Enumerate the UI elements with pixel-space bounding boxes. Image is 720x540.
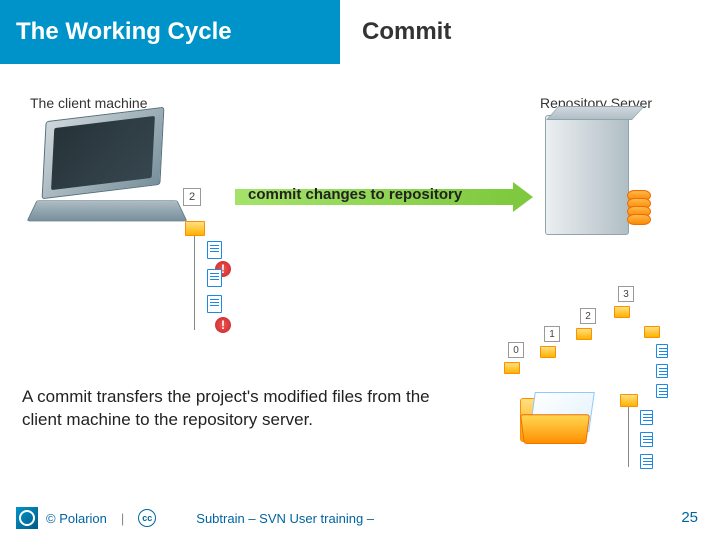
server-file-tree [620,394,638,407]
rev-badge: 0 [508,342,524,358]
open-folder-icon [520,392,594,444]
cc-icon: cc [138,509,156,527]
footer: © Polarion | cc Subtrain – SVN User trai… [0,496,720,540]
server-icon [545,115,645,255]
arrow-label: commit changes to repository [248,186,462,203]
rev-badge: 1 [544,326,560,342]
client-label: The client machine [30,95,148,111]
slide-header: The Working Cycle Commit [0,0,720,64]
title-left: The Working Cycle [0,0,340,64]
polarion-logo [16,507,38,529]
client-revision-badge: 2 [183,188,201,206]
laptop-icon [18,112,198,232]
caption-text: A commit transfers the project's modifie… [22,386,462,432]
rev-badge: 3 [618,286,634,302]
modified-icon: ! [215,317,231,333]
rev-badge: 2 [580,308,596,324]
copyright: © Polarion [46,511,107,526]
client-file-tree: ! ! [185,221,245,341]
page-number: 25 [681,509,698,526]
footer-mid: Subtrain – SVN User training – [196,511,374,526]
title-right: Commit [340,0,451,64]
